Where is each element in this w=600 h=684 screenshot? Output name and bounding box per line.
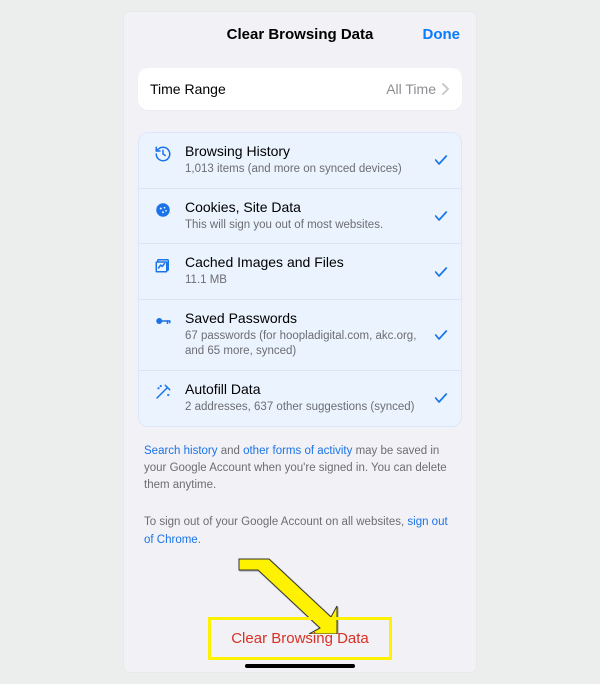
check-icon	[433, 208, 449, 224]
cookie-icon	[151, 199, 175, 219]
option-subtitle: 2 addresses, 637 other suggestions (sync…	[185, 400, 427, 415]
option-cookies[interactable]: Cookies, Site Data This will sign you ou…	[139, 189, 461, 245]
clear-browsing-data-button[interactable]: Clear Browsing Data	[208, 617, 392, 660]
time-range-label: Time Range	[150, 81, 386, 97]
option-title: Cached Images and Files	[185, 254, 427, 271]
search-history-link[interactable]: Search history	[144, 445, 218, 457]
panel-title: Clear Browsing Data	[227, 26, 374, 43]
chevron-right-icon	[442, 83, 450, 95]
option-subtitle: 67 passwords (for hoopladigital.com, akc…	[185, 329, 427, 359]
autofill-icon	[151, 381, 175, 401]
done-button[interactable]: Done	[423, 12, 461, 56]
option-title: Autofill Data	[185, 381, 427, 398]
option-subtitle: This will sign you out of most websites.	[185, 218, 427, 233]
cache-icon	[151, 254, 175, 274]
data-types-card: Browsing History 1,013 items (and more o…	[138, 132, 462, 427]
check-icon	[433, 264, 449, 280]
panel-header: Clear Browsing Data Done	[124, 12, 476, 56]
option-browsing-history[interactable]: Browsing History 1,013 items (and more o…	[139, 133, 461, 189]
home-indicator	[245, 664, 355, 668]
history-icon	[151, 143, 175, 163]
check-icon	[433, 152, 449, 168]
time-range-row[interactable]: Time Range All Time	[138, 68, 462, 110]
option-passwords[interactable]: Saved Passwords 67 passwords (for hoopla…	[139, 300, 461, 371]
option-title: Browsing History	[185, 143, 427, 160]
other-activity-link[interactable]: other forms of activity	[243, 445, 352, 457]
option-subtitle: 1,013 items (and more on synced devices)	[185, 162, 427, 177]
check-icon	[433, 327, 449, 343]
option-subtitle: 11.1 MB	[185, 273, 427, 288]
key-icon	[151, 310, 175, 330]
footer-note-signout: To sign out of your Google Account on al…	[144, 514, 456, 549]
option-title: Saved Passwords	[185, 310, 427, 327]
clear-browsing-data-panel: Clear Browsing Data Done Time Range All …	[124, 12, 476, 672]
time-range-value: All Time	[386, 81, 436, 97]
option-autofill[interactable]: Autofill Data 2 addresses, 637 other sug…	[139, 371, 461, 426]
footer-note-activity: Search history and other forms of activi…	[144, 443, 456, 495]
option-cache[interactable]: Cached Images and Files 11.1 MB	[139, 244, 461, 300]
option-title: Cookies, Site Data	[185, 199, 427, 216]
check-icon	[433, 390, 449, 406]
